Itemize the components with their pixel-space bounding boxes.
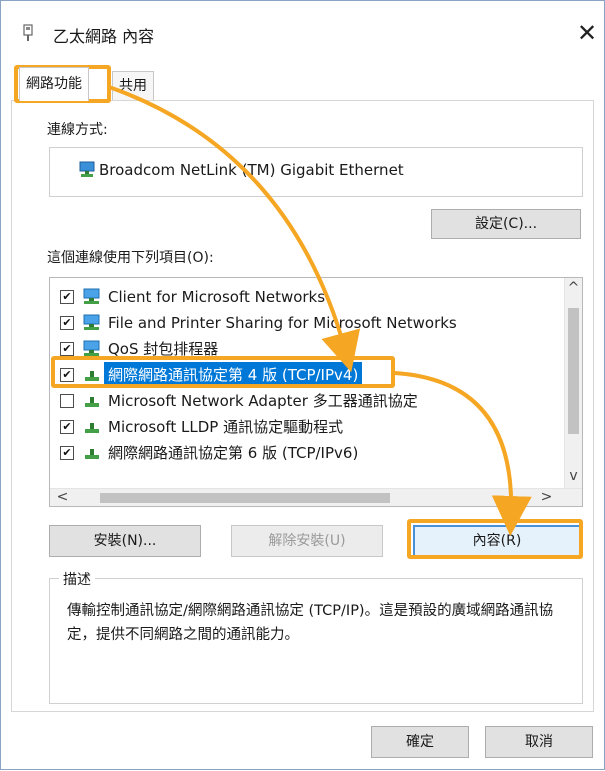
checkbox[interactable]: ✔: [60, 342, 74, 356]
scroll-down-icon[interactable]: v: [565, 468, 582, 485]
network-adapter-icon: [21, 23, 37, 47]
list-item[interactable]: ✔ Microsoft LLDP 通訊協定驅動程式: [50, 414, 565, 440]
scroll-thumb[interactable]: [100, 493, 390, 503]
window-title: 乙太網路 內容: [53, 27, 155, 46]
list-item[interactable]: Microsoft Network Adapter 多工器通訊協定: [50, 388, 565, 414]
monitor-network-icon: [79, 161, 95, 183]
checkbox[interactable]: ✔: [60, 446, 74, 460]
configure-button[interactable]: 設定(C)...: [431, 209, 581, 239]
list-item-selected[interactable]: ✔ 網際網路通訊協定第 4 版 (TCP/IPv4): [50, 362, 565, 388]
list-item-label: File and Printer Sharing for Microsoft N…: [108, 314, 457, 332]
checkbox[interactable]: ✔: [60, 420, 74, 434]
list-item-label: Microsoft Network Adapter 多工器通訊協定: [108, 392, 418, 410]
items-label: 這個連線使用下列項目(O):: [47, 250, 214, 266]
cancel-button[interactable]: 取消: [485, 726, 593, 758]
list-item-label: 網際網路通訊協定第 6 版 (TCP/IPv6): [108, 444, 359, 462]
adapter-name: Broadcom NetLink (TM) Gigabit Ethernet: [99, 161, 404, 179]
description-legend: 描述: [59, 569, 95, 589]
list-item[interactable]: ✔ QoS 封包排程器: [50, 336, 565, 362]
checkbox[interactable]: [60, 394, 74, 408]
title-bar: 乙太網路 內容 ✕: [1, 1, 604, 67]
list-item-label: QoS 封包排程器: [108, 340, 219, 358]
tab-strip: 網路功能 共用: [1, 67, 604, 101]
list-item[interactable]: ✔ 網際網路通訊協定第 6 版 (TCP/IPv6): [50, 440, 565, 466]
vertical-scrollbar[interactable]: ^ v: [564, 278, 582, 488]
tab-networking[interactable]: 網路功能: [19, 67, 89, 101]
list-item-label: Microsoft LLDP 通訊協定驅動程式: [108, 418, 344, 436]
list-item[interactable]: ✔ File and Printer Sharing for Microsoft…: [50, 310, 565, 336]
items-listbox[interactable]: ✔ Client for Microsoft Networks ✔ File a…: [49, 277, 583, 507]
description-text: 傳輸控制通訊協定/網際網路通訊協定 (TCP/IP)。這是預設的廣域網路通訊協定…: [67, 603, 554, 643]
checkbox[interactable]: ✔: [60, 368, 74, 382]
list-item[interactable]: ✔ Client for Microsoft Networks: [50, 284, 565, 310]
ok-button[interactable]: 確定: [371, 726, 469, 758]
scroll-right-icon[interactable]: >: [538, 489, 555, 506]
properties-button[interactable]: 內容(R): [413, 525, 581, 557]
scroll-left-icon[interactable]: <: [54, 489, 71, 506]
list-item-label: 網際網路通訊協定第 4 版 (TCP/IPv4): [104, 362, 363, 388]
uninstall-button[interactable]: 解除安裝(U): [231, 525, 383, 557]
checkbox[interactable]: ✔: [60, 290, 74, 304]
list-item-label: Client for Microsoft Networks: [108, 288, 326, 306]
protocol-icon: [82, 444, 102, 470]
tab-sharing[interactable]: 共用: [112, 71, 154, 100]
install-button[interactable]: 安裝(N)...: [49, 525, 201, 557]
horizontal-scrollbar[interactable]: < >: [50, 488, 582, 506]
checkbox[interactable]: ✔: [60, 316, 74, 330]
close-icon[interactable]: ✕: [573, 15, 601, 51]
scroll-up-icon[interactable]: ^: [565, 280, 582, 297]
connect-using-label: 連線方式:: [47, 122, 108, 138]
properties-window: 乙太網路 內容 ✕ 網路功能 共用 連線方式: Broadcom NetLink…: [0, 0, 605, 770]
scroll-thumb[interactable]: [568, 308, 579, 434]
